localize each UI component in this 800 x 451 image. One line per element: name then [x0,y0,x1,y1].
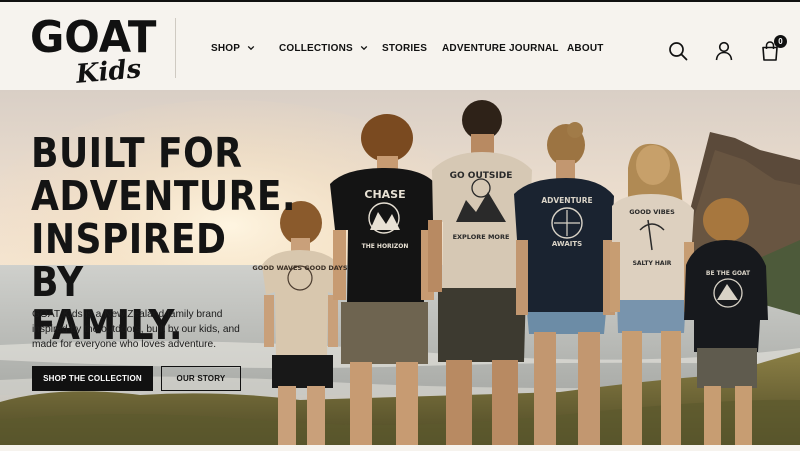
headline-line: ADVENTURE. [31,172,297,220]
nav-item-about[interactable]: ABOUT [567,43,607,54]
chevron-down-icon [360,45,368,51]
tshirt-text-good-vibes: GOOD VIBES [629,208,675,216]
site-header: GOAT Kids SHOP COLLECTIONS STORIES ADVEN… [0,2,800,90]
nav-item-label: ABOUT [567,42,604,54]
search-icon[interactable] [667,40,689,62]
our-story-button[interactable]: OUR STORY [161,366,241,391]
chevron-down-icon [247,45,255,51]
nav-item-collections[interactable]: COLLECTIONS [279,43,382,54]
tshirt-text-awaits: AWAITS [552,240,582,248]
bottom-strip [0,445,800,451]
nav-item-shop[interactable]: SHOP [211,43,279,54]
tshirt-text-good-waves: GOOD WAVES GOOD DAYS [252,264,347,272]
nav-item-label: COLLECTIONS [279,42,353,54]
nav-item-label: STORIES [382,42,428,54]
tshirt-text-salty-hair: SALTY HAIR [633,260,672,267]
logo-subtitle: Kids [74,54,143,90]
nav-item-stories[interactable]: STORIES [382,43,442,54]
main-nav: SHOP COLLECTIONS STORIES ADVENTURE JOURN… [211,38,607,58]
headline-line: BUILT FOR [31,129,243,177]
tshirt-text-explore-more: EXPLORE MORE [453,233,510,241]
shop-the-collection-button[interactable]: SHOP THE COLLECTION [32,366,153,391]
header-divider [175,18,176,78]
goat-kids-logo[interactable]: GOAT Kids [30,16,156,90]
nav-item-adventure-journal[interactable]: ADVENTURE JOURNAL [442,43,567,54]
cart-count-badge: 0 [774,35,787,48]
nav-item-label: SHOP [211,42,241,54]
headline-line: INSPIRED BY [31,215,227,306]
nav-item-label: ADVENTURE JOURNAL [442,42,559,54]
hero-section: GOOD WAVES GOOD DAYS CHASE THE HORIZON GO O… [0,90,800,445]
user-icon[interactable] [713,40,735,62]
tshirt-text-go-outside: GO OUTSIDE [450,171,513,181]
tshirt-text-chase: CHASE [364,188,405,201]
tshirt-text-the-horizon: THE HORIZON [362,243,409,250]
tshirt-text-adventure: ADVENTURE [541,196,592,205]
hero-description: GOAT Kids is a New Zealand family brand … [32,309,240,350]
tshirt-text-be-the-goat: BE THE GOAT [706,270,751,277]
